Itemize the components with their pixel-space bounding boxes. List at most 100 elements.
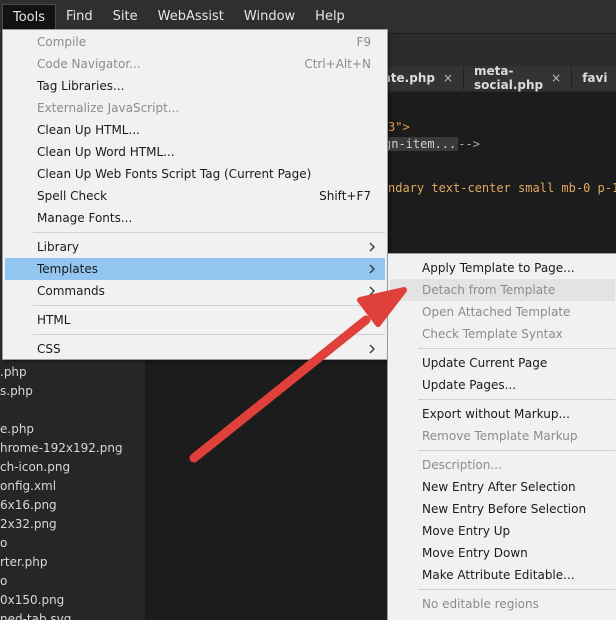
menu-item-shortcut: Shift+F7	[319, 189, 371, 203]
menu-item-templates[interactable]: Templates	[5, 258, 385, 280]
submenu-item-export-without-markup[interactable]: Export without Markup...	[390, 403, 615, 425]
submenu-item-check-template-syntax[interactable]: Check Template Syntax	[390, 323, 615, 345]
file-item[interactable]: 2x32.png	[0, 517, 57, 531]
submenu-item-new-entry-after[interactable]: New Entry After Selection	[390, 476, 615, 498]
menu-webassist[interactable]: WebAssist	[148, 4, 234, 30]
menu-item-clean-up-html[interactable]: Clean Up HTML...	[5, 119, 385, 141]
code-line: ndary text-center small mb-0 p-1	[388, 181, 616, 195]
submenu-item-label: Check Template Syntax	[422, 327, 563, 341]
submenu-item-label: Remove Template Markup	[422, 429, 578, 443]
menu-item-label: Manage Fonts...	[37, 211, 133, 225]
submenu-item-update-pages[interactable]: Update Pages...	[390, 374, 615, 396]
code-comment-end: -->	[458, 137, 480, 151]
submenu-item-label: New Entry Before Selection	[422, 502, 587, 516]
file-item[interactable]: .php	[0, 365, 27, 379]
menu-item-html[interactable]: HTML	[5, 309, 385, 331]
close-icon[interactable]: ×	[551, 71, 561, 85]
menu-item-label: Tag Libraries...	[37, 79, 125, 93]
tab-meta-social[interactable]: meta-social.php ×	[464, 64, 573, 92]
submenu-item-new-entry-before[interactable]: New Entry Before Selection	[390, 498, 615, 520]
file-item[interactable]: 6x16.png	[0, 498, 57, 512]
submenu-item-label: Update Pages...	[422, 378, 517, 392]
submenu-item-label: Export without Markup...	[422, 407, 570, 421]
file-item[interactable]: o	[0, 574, 7, 588]
menu-item-spell-check[interactable]: Spell Check Shift+F7	[5, 185, 385, 207]
submenu-item-label: Update Current Page	[422, 356, 548, 370]
file-item[interactable]: ned-tab.svg	[0, 612, 71, 620]
submenu-item-label: Description...	[422, 458, 502, 472]
chevron-right-icon	[369, 242, 375, 252]
menu-help[interactable]: Help	[305, 4, 355, 30]
document-tabs: plate.php × meta-social.php × favi	[360, 64, 616, 92]
menu-separator	[418, 348, 615, 349]
submenu-item-label: Detach from Template	[422, 283, 556, 297]
menu-item-label: Clean Up Web Fonts Script Tag (Current P…	[37, 167, 312, 181]
menu-item-label: Templates	[37, 262, 99, 276]
submenu-item-remove-template-markup[interactable]: Remove Template Markup	[390, 425, 615, 447]
menu-separator	[33, 334, 385, 335]
submenu-item-label: No editable regions	[422, 597, 539, 611]
menu-item-library[interactable]: Library	[5, 236, 385, 258]
menu-item-label: Code Navigator...	[37, 57, 141, 71]
submenu-item-label: Open Attached Template	[422, 305, 571, 319]
file-item[interactable]: ch-icon.png	[0, 460, 70, 474]
menu-item-code-navigator[interactable]: Code Navigator... Ctrl+Alt+N	[5, 53, 385, 75]
submenu-item-update-current-page[interactable]: Update Current Page	[390, 352, 615, 374]
code-line: 3">	[388, 120, 410, 134]
menu-item-label: Compile	[37, 35, 87, 49]
submenu-item-apply-template[interactable]: Apply Template to Page...	[390, 257, 615, 279]
menu-site[interactable]: Site	[103, 4, 148, 30]
file-item[interactable]: 0x150.png	[0, 593, 64, 607]
menu-item-label: Commands	[37, 284, 105, 298]
file-item[interactable]: o	[0, 536, 7, 550]
menu-item-label: Clean Up Word HTML...	[37, 145, 175, 159]
menu-separator	[418, 589, 615, 590]
menu-item-clean-up-web-fonts[interactable]: Clean Up Web Fonts Script Tag (Current P…	[5, 163, 385, 185]
menu-item-shortcut: F9	[356, 35, 371, 49]
submenu-item-label: Make Attribute Editable...	[422, 568, 575, 582]
file-item[interactable]: onfig.xml	[0, 479, 56, 493]
tab-label: meta-social.php	[474, 64, 544, 92]
menu-tools[interactable]: Tools	[2, 3, 57, 30]
tab-favicon[interactable]: favi	[572, 66, 616, 90]
submenu-item-move-entry-up[interactable]: Move Entry Up	[390, 520, 615, 542]
menu-item-shortcut: Ctrl+Alt+N	[304, 57, 371, 71]
submenu-item-description[interactable]: Description...	[390, 454, 615, 476]
menu-item-label: Clean Up HTML...	[37, 123, 140, 137]
menu-item-label: Externalize JavaScript...	[37, 101, 180, 115]
menu-item-clean-up-word-html[interactable]: Clean Up Word HTML...	[5, 141, 385, 163]
file-item[interactable]: hrome-192x192.png	[0, 441, 123, 455]
submenu-item-label: Move Entry Down	[422, 546, 528, 560]
submenu-item-move-entry-down[interactable]: Move Entry Down	[390, 542, 615, 564]
app-window: Tools Find Site WebAssist Window Help pl…	[0, 0, 616, 620]
menu-item-css[interactable]: CSS	[5, 338, 385, 360]
menu-item-label: Library	[37, 240, 79, 254]
submenu-item-label: Move Entry Up	[422, 524, 511, 538]
file-item[interactable]: e.php	[0, 422, 34, 436]
menu-separator	[33, 305, 385, 306]
submenu-item-detach-from-template[interactable]: Detach from Template	[390, 279, 615, 301]
templates-submenu: Apply Template to Page... Detach from Te…	[387, 253, 616, 620]
submenu-item-label: Apply Template to Page...	[422, 261, 575, 275]
submenu-item-make-attribute-editable[interactable]: Make Attribute Editable...	[390, 564, 615, 586]
chevron-right-icon	[369, 286, 375, 296]
submenu-item-label: New Entry After Selection	[422, 480, 576, 494]
menu-item-compile[interactable]: Compile F9	[5, 31, 385, 53]
chevron-right-icon	[369, 344, 375, 354]
submenu-item-no-editable-regions[interactable]: No editable regions	[390, 593, 615, 615]
menu-item-label: CSS	[37, 342, 61, 356]
tab-label: favi	[582, 71, 608, 85]
menu-separator	[33, 232, 385, 233]
menu-item-commands[interactable]: Commands	[5, 280, 385, 302]
menu-item-label: HTML	[37, 313, 71, 327]
code-fold[interactable]: gn-item...	[382, 137, 459, 151]
file-item[interactable]: rter.php	[0, 555, 48, 569]
submenu-item-open-attached-template[interactable]: Open Attached Template	[390, 301, 615, 323]
menu-item-tag-libraries[interactable]: Tag Libraries...	[5, 75, 385, 97]
close-icon[interactable]: ×	[443, 71, 453, 85]
file-item[interactable]: s.php	[0, 384, 33, 398]
menu-item-externalize-javascript[interactable]: Externalize JavaScript...	[5, 97, 385, 119]
menu-window[interactable]: Window	[234, 4, 305, 30]
menu-item-manage-fonts[interactable]: Manage Fonts...	[5, 207, 385, 229]
menu-find[interactable]: Find	[56, 4, 103, 30]
